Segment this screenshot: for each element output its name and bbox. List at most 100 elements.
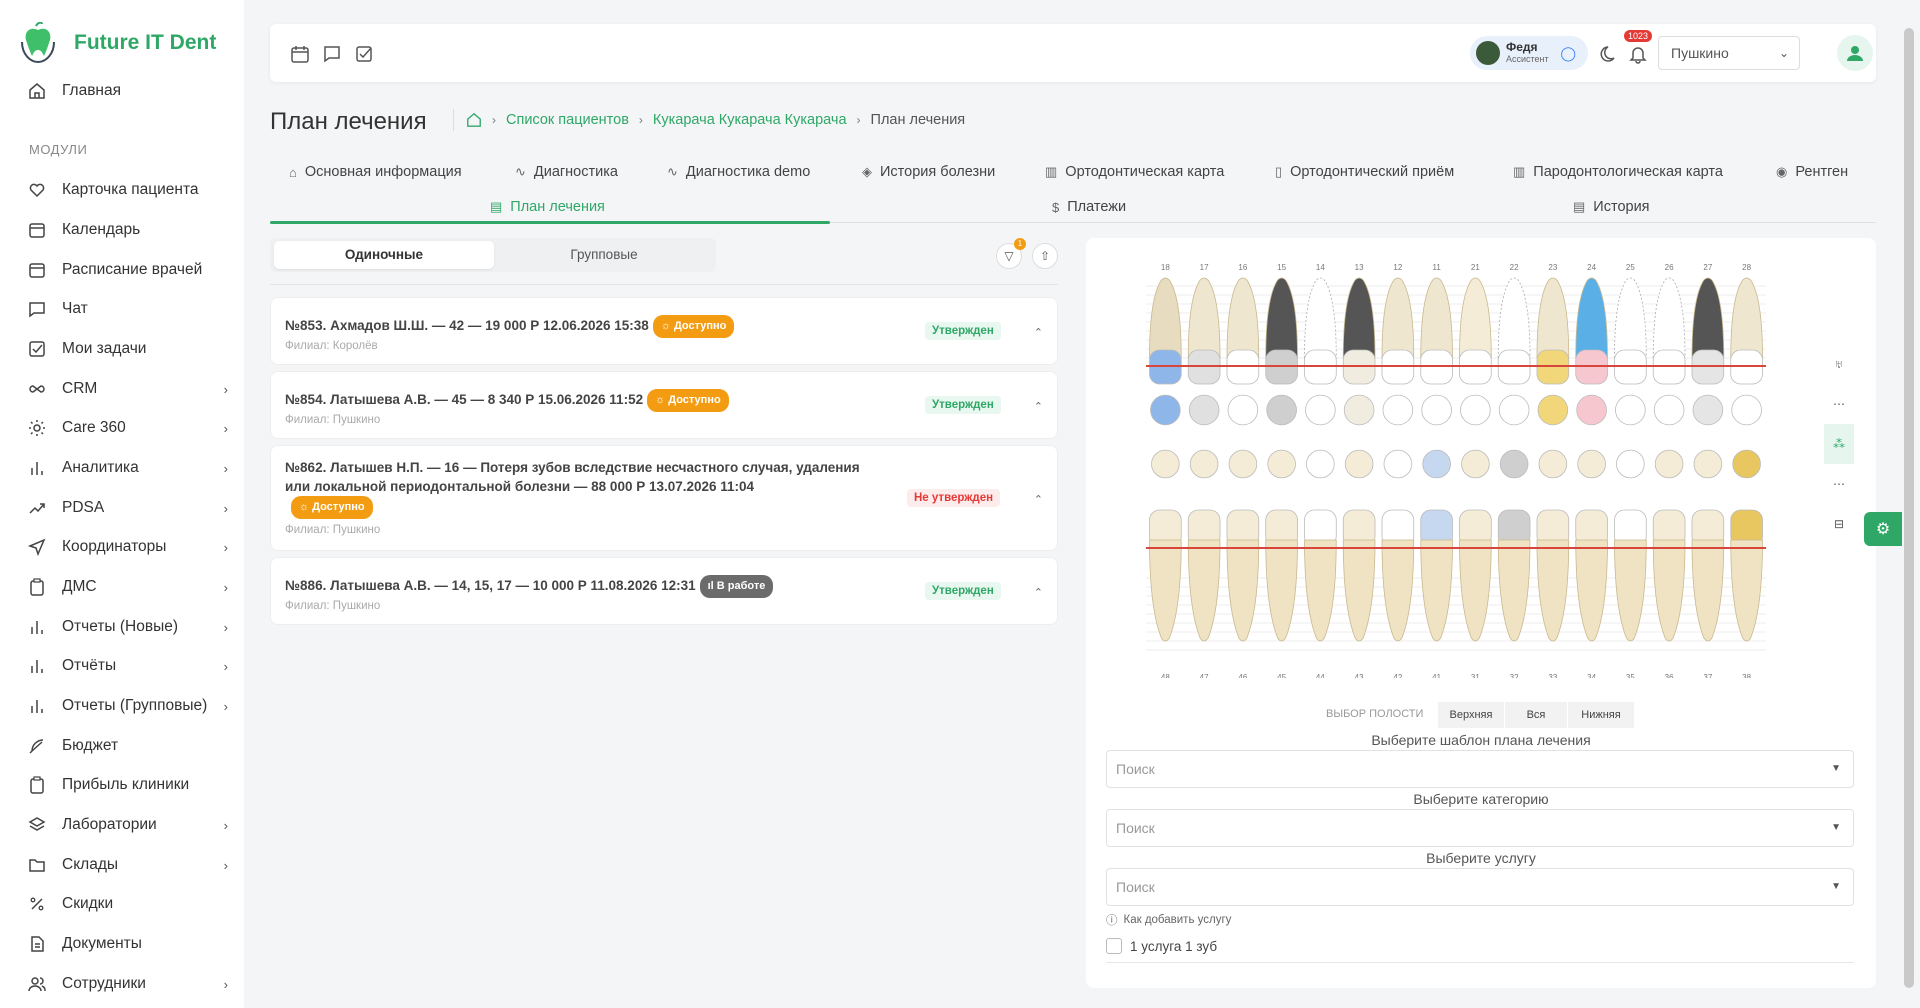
jaw-all-button[interactable]: Вся [1505, 702, 1567, 728]
one-service-one-tooth[interactable]: 1 услуга 1 зуб [1106, 938, 1217, 954]
add-service-hint[interactable]: ⓘ Как добавить услугу [1106, 912, 1231, 928]
tab-ortho-chart[interactable]: ▥ Ортодонтическая карта [1045, 164, 1224, 180]
sidebar-item-10[interactable]: ДМС › [28, 573, 228, 601]
lower-tooth-root[interactable] [1691, 539, 1725, 642]
upper-tooth-occlusal[interactable] [1266, 394, 1297, 426]
lower-tooth-occlusal[interactable] [1654, 449, 1684, 479]
sidebar-item-4[interactable]: Мои задачи [28, 335, 228, 363]
upper-tooth-root[interactable] [1730, 277, 1763, 359]
sidebar-item-20[interactable]: Сотрудники › [28, 970, 228, 998]
lower-tooth-root[interactable] [1265, 539, 1298, 642]
upper-tooth-occlusal[interactable] [1460, 394, 1491, 426]
upper-tooth-root[interactable] [1420, 277, 1453, 359]
sidebar-item-16[interactable]: Лаборатории › [28, 811, 228, 839]
tab-xray[interactable]: ◉ Рентген [1776, 164, 1848, 180]
tab-history[interactable]: ▤ История [1573, 199, 1650, 215]
lower-tooth-occlusal[interactable] [1151, 449, 1180, 479]
sidebar-item-5[interactable]: CRM › [28, 375, 228, 403]
upper-row-icon[interactable]: ⋯ [1824, 384, 1854, 424]
sidebar-item-13[interactable]: Отчеты (Групповые) › [28, 692, 228, 720]
tab-diagnostics[interactable]: ∿ Диагностика [515, 164, 618, 180]
upper-tooth-root[interactable] [1265, 277, 1298, 359]
upper-tooth-root[interactable] [1536, 277, 1570, 359]
tab-perio-chart[interactable]: ▥ Пародонтологическая карта [1513, 164, 1723, 180]
upper-tooth-root[interactable] [1304, 277, 1337, 359]
lower-tooth-root[interactable] [1226, 539, 1260, 642]
sidebar-item-1[interactable]: Календарь [28, 216, 228, 244]
upper-tooth-root[interactable] [1652, 277, 1686, 359]
jaw-lower-button[interactable]: Нижняя [1568, 702, 1634, 728]
lower-tooth-root[interactable] [1420, 539, 1453, 642]
lower-tooth-occlusal[interactable] [1189, 449, 1219, 479]
upper-tooth-root[interactable] [1575, 277, 1608, 359]
upper-tooth-occlusal[interactable] [1227, 394, 1259, 426]
chat-icon[interactable] [322, 44, 342, 64]
upper-tooth-occlusal[interactable] [1692, 394, 1724, 426]
upper-tooth-occlusal[interactable] [1421, 394, 1452, 426]
lower-tooth-occlusal[interactable] [1344, 449, 1374, 479]
lower-row-icon[interactable]: ⋯ [1824, 464, 1854, 504]
upper-tooth-occlusal[interactable] [1305, 394, 1336, 426]
plan-card[interactable]: №862. Латышев Н.П. — 16 — Потеря зубов в… [270, 445, 1058, 551]
upload-button[interactable]: ⇧ [1032, 243, 1058, 269]
sidebar-item-19[interactable]: Документы [28, 930, 228, 958]
lower-tooth-occlusal[interactable] [1577, 449, 1606, 479]
lower-tooth-root[interactable] [1497, 539, 1531, 642]
upper-tooth-root[interactable] [1187, 277, 1221, 359]
bell-icon[interactable] [1628, 44, 1648, 64]
upper-tooth-occlusal[interactable] [1615, 394, 1646, 426]
upper-tooth-root[interactable] [1691, 277, 1725, 359]
lower-tooth-root[interactable] [1304, 539, 1337, 642]
moon-icon[interactable] [1600, 44, 1620, 64]
lower-tooth-occlusal[interactable] [1383, 449, 1413, 479]
sidebar-item-9[interactable]: Координаторы › [28, 533, 228, 561]
checkbox[interactable] [1106, 938, 1122, 954]
tooth-view-icon[interactable]: ♅ [1824, 344, 1854, 384]
lower-tooth-root[interactable] [1381, 539, 1415, 642]
lower-tooth-root[interactable] [1575, 539, 1608, 642]
lower-tooth-occlusal[interactable] [1267, 449, 1296, 479]
sidebar-item-18[interactable]: Скидки [28, 890, 228, 918]
chevron-up-icon[interactable]: ⌃ [1034, 586, 1043, 599]
sidebar-item-0[interactable]: Карточка пациента [28, 176, 228, 204]
upper-tooth-occlusal[interactable] [1537, 394, 1569, 426]
lower-tooth-root[interactable] [1614, 539, 1647, 642]
upper-tooth-occlusal[interactable] [1188, 394, 1220, 426]
lower-tooth-occlusal[interactable] [1616, 449, 1645, 479]
segment-single[interactable]: Одиночные [274, 241, 494, 269]
sidebar-item-6[interactable]: Care 360 › [28, 414, 228, 442]
sidebar-item-11[interactable]: Отчеты (Новые) › [28, 613, 228, 641]
upper-tooth-root[interactable] [1226, 277, 1260, 359]
lower-tooth-occlusal[interactable] [1499, 449, 1529, 479]
upper-tooth-root[interactable] [1497, 277, 1531, 359]
upper-tooth-occlusal[interactable] [1343, 394, 1375, 426]
lower-tooth-root[interactable] [1187, 539, 1221, 642]
tasks-icon[interactable] [354, 44, 374, 64]
home-icon[interactable] [466, 112, 482, 128]
tab-treatment-plan[interactable]: ▤ План лечения [490, 199, 605, 215]
lower-tooth-occlusal[interactable] [1422, 449, 1451, 479]
upper-tooth-root[interactable] [1459, 277, 1492, 359]
template-select[interactable]: Поиск ▼ [1106, 750, 1854, 788]
sidebar-item-15[interactable]: Прибыль клиники [28, 771, 228, 799]
lower-tooth-root[interactable] [1149, 539, 1182, 642]
sidebar-item-12[interactable]: Отчёты › [28, 652, 228, 680]
tab-diagnostics-demo[interactable]: ∿ Диагностика demo [667, 164, 810, 180]
service-select[interactable]: Поиск ▼ [1106, 868, 1854, 906]
chevron-up-icon[interactable]: ⌃ [1034, 326, 1043, 339]
assistant-button[interactable]: Федя Ассистент ◯ [1470, 36, 1588, 70]
plan-card[interactable]: №854. Латышева А.В. — 45 — 8 340 Р 15.06… [270, 371, 1058, 439]
lower-tooth-root[interactable] [1652, 539, 1686, 642]
scrollbar[interactable] [1904, 28, 1914, 988]
logo[interactable]: Future IT Dent [18, 22, 216, 64]
lower-tooth-occlusal[interactable] [1732, 449, 1761, 479]
tab-ortho-visit[interactable]: ▯ Ортодонтический приём [1275, 164, 1454, 180]
lower-tooth-occlusal[interactable] [1461, 449, 1490, 479]
sidebar-item-17[interactable]: Склады › [28, 851, 228, 879]
user-avatar[interactable] [1837, 35, 1873, 71]
tab-payments[interactable]: $ Платежи [1052, 199, 1126, 215]
plan-card[interactable]: №853. Ахмадов Ш.Ш. — 42 — 19 000 Р 12.06… [270, 297, 1058, 365]
upper-tooth-occlusal[interactable] [1150, 394, 1181, 426]
upper-tooth-root[interactable] [1381, 277, 1415, 359]
upper-tooth-root[interactable] [1149, 277, 1182, 359]
